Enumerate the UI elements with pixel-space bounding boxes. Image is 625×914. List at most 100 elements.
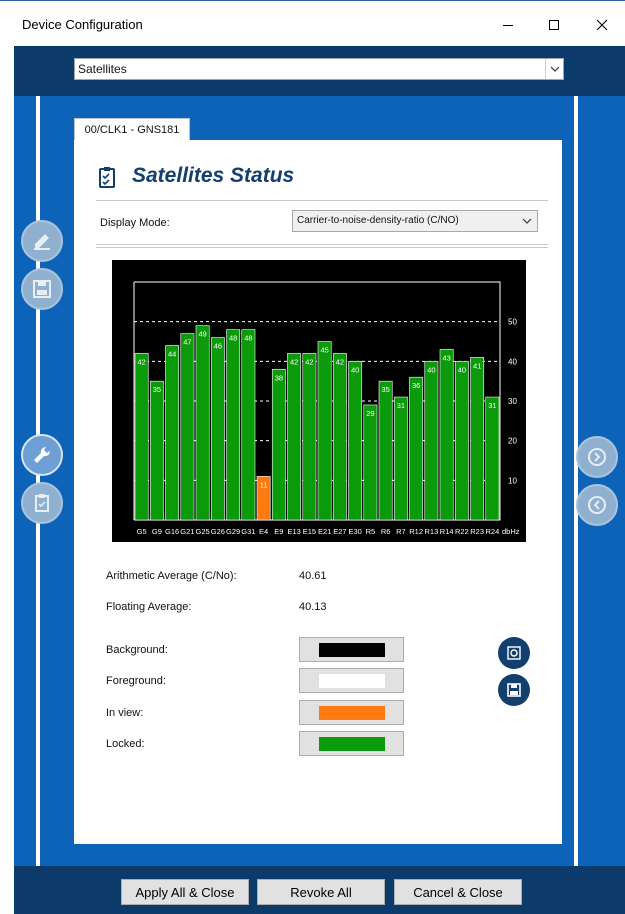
save-icon	[33, 280, 51, 298]
bar	[348, 361, 363, 521]
divider	[96, 244, 548, 245]
floating-average-label: Floating Average:	[106, 601, 192, 613]
minimize-icon	[503, 25, 513, 26]
bar	[226, 329, 241, 521]
bar	[302, 353, 317, 521]
bar-value-label: 47	[183, 338, 191, 347]
y-tick-label: 40	[508, 357, 517, 366]
arrow-right-icon	[588, 448, 606, 466]
apply-all-close-button[interactable]: Apply All & Close	[121, 879, 249, 905]
inview-swatch	[318, 705, 385, 720]
background-swatch	[318, 642, 385, 657]
bar-value-label: 42	[290, 357, 298, 366]
bar-value-label: 31	[488, 401, 496, 410]
x-tick-label: R12	[409, 527, 423, 536]
x-tick-label: R23	[470, 527, 484, 536]
maximize-button[interactable]	[532, 11, 576, 39]
locked-color-label: Locked:	[106, 738, 145, 750]
side-button-clipboard[interactable]	[21, 482, 63, 524]
bar-value-label: 11	[260, 480, 268, 489]
title-bar: Device Configuration	[0, 0, 625, 46]
arith-average-value: 40.61	[299, 570, 327, 582]
bar-value-label: 43	[442, 353, 450, 362]
x-tick-label: E21	[318, 527, 331, 536]
x-tick-label: G26	[211, 527, 225, 536]
minimize-button[interactable]	[486, 11, 530, 39]
locked-color-button[interactable]	[299, 731, 404, 756]
x-tick-label: R6	[381, 527, 391, 536]
wrench-icon	[34, 446, 51, 463]
bar	[180, 333, 195, 521]
foreground-color-button[interactable]	[299, 668, 404, 693]
inview-color-label: In view:	[106, 707, 144, 719]
clipboard-icon	[35, 494, 49, 512]
satellite-chart: 10 20 30 40 50 42 G5 35 G9 44 G16 47 G21 49 G25 46 G26 48…	[112, 260, 526, 542]
divider-line	[574, 96, 578, 866]
bar-value-label: 35	[381, 385, 389, 394]
save-icon	[507, 683, 521, 697]
category-select[interactable]: Satellites	[74, 58, 564, 80]
bar-value-label: 49	[198, 330, 206, 339]
bar	[332, 353, 347, 521]
x-tick-label: E9	[274, 527, 283, 536]
bar-value-label: 38	[275, 373, 283, 382]
arrow-left-icon	[588, 496, 606, 514]
top-band: Satellites	[14, 46, 625, 96]
bar	[165, 345, 180, 521]
save-chart-button[interactable]	[498, 674, 530, 706]
bar-value-label: 42	[137, 357, 145, 366]
x-tick-label: R22	[455, 527, 469, 536]
background-color-button[interactable]	[299, 637, 404, 662]
inview-color-button[interactable]	[299, 700, 404, 725]
cancel-close-button[interactable]: Cancel & Close	[394, 879, 522, 905]
bar-value-label: 44	[168, 349, 176, 358]
next-button[interactable]	[576, 436, 618, 478]
divider	[96, 247, 548, 248]
divider-line	[36, 96, 40, 866]
edit-icon	[34, 234, 50, 250]
maximize-icon	[549, 20, 559, 30]
x-tick-label: G16	[165, 527, 179, 536]
bar-value-label: 40	[351, 365, 359, 374]
bar-value-label: 48	[229, 334, 237, 343]
tab-device[interactable]: 00/CLK1 - GNS181	[74, 118, 190, 140]
close-button[interactable]	[580, 11, 624, 39]
x-tick-label: G9	[152, 527, 162, 536]
x-tick-label: R14	[440, 527, 454, 536]
bar-value-label: 42	[305, 357, 313, 366]
bar	[454, 361, 469, 521]
bar	[409, 376, 424, 521]
x-tick-label: R24	[485, 527, 499, 536]
revoke-all-button[interactable]: Revoke All	[257, 879, 385, 905]
revoke-label: Revoke All	[290, 884, 352, 900]
y-tick-label: 30	[508, 397, 517, 406]
window-title: Device Configuration	[22, 17, 143, 32]
close-icon	[596, 19, 608, 31]
x-tick-label: E4	[259, 527, 268, 536]
x-tick-label: E27	[333, 527, 346, 536]
display-mode-value: Carrier-to-noise-density-ratio (C/NO)	[297, 215, 459, 226]
bar	[317, 341, 332, 521]
y-tick-label: 10	[508, 476, 517, 485]
bar	[271, 368, 286, 521]
divider	[96, 200, 548, 201]
side-button-edit[interactable]	[21, 220, 63, 262]
x-tick-label: R7	[396, 527, 406, 536]
bar-value-label: 42	[336, 357, 344, 366]
floating-average-value: 40.13	[299, 601, 327, 613]
bar-value-label: 31	[397, 401, 405, 410]
bar	[149, 380, 164, 521]
background-color-label: Background:	[106, 644, 168, 656]
side-button-save[interactable]	[21, 268, 63, 310]
x-tick-label: R13	[424, 527, 438, 536]
reset-zoom-button[interactable]	[498, 637, 530, 669]
side-button-configure[interactable]	[21, 434, 63, 476]
bar-value-label: 40	[458, 365, 466, 374]
chevron-down-icon[interactable]	[545, 59, 563, 79]
display-mode-select[interactable]: Carrier-to-noise-density-ratio (C/NO)	[292, 210, 538, 232]
chevron-down-icon[interactable]	[521, 215, 533, 230]
bar-value-label: 41	[473, 361, 481, 370]
cancel-label: Cancel & Close	[413, 884, 503, 900]
clipboard-check-icon	[99, 167, 115, 188]
previous-button[interactable]	[576, 484, 618, 526]
